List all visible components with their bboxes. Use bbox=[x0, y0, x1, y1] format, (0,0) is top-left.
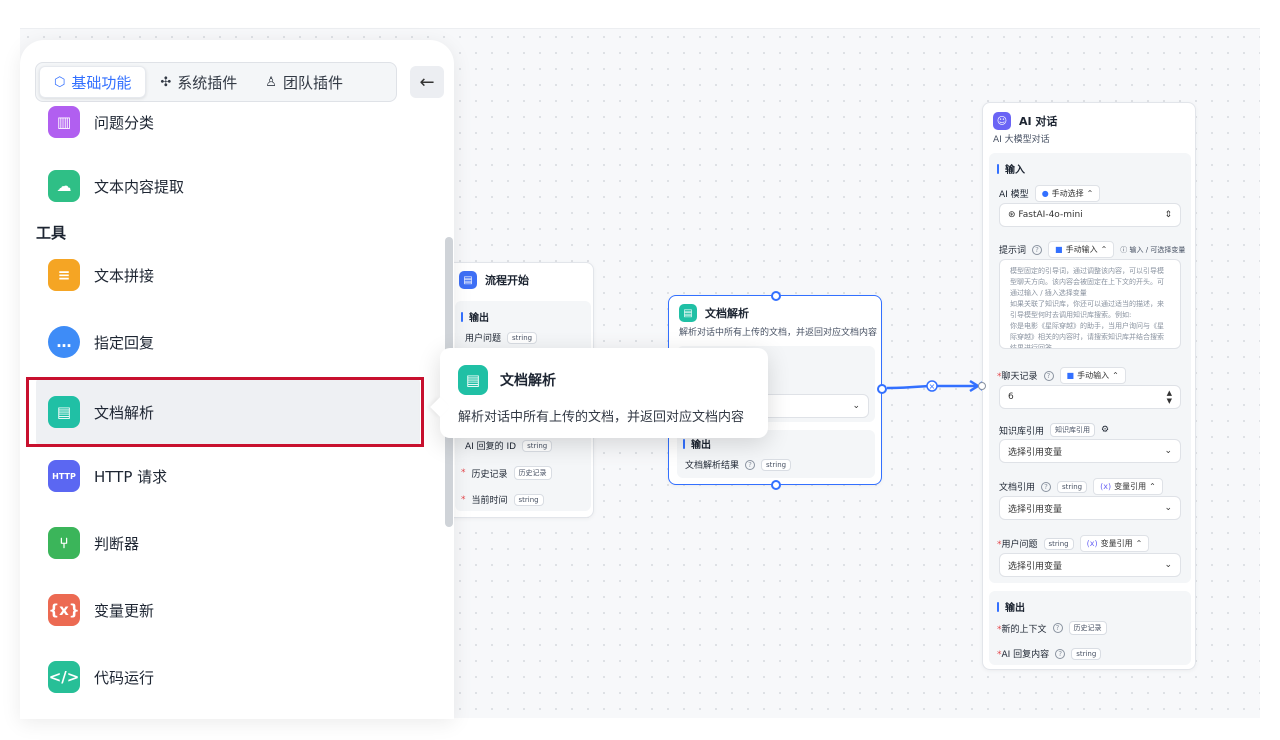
doc-node-top-handle[interactable] bbox=[771, 291, 781, 301]
document-icon: ▤ bbox=[458, 365, 488, 395]
file-select[interactable]: 选择引用变量 ⌄ bbox=[999, 496, 1181, 520]
chevron-updown-icon: ⇕ bbox=[1164, 210, 1172, 220]
arrow-left-icon: ← bbox=[419, 71, 435, 93]
variable-icon: {x} bbox=[48, 594, 80, 626]
kb-select[interactable]: 选择引用变量 ⌄ bbox=[999, 439, 1181, 463]
doc-input-select[interactable]: ⌄ bbox=[761, 394, 869, 418]
out-context-row: *新的上下文? 历史记录 bbox=[997, 621, 1107, 635]
prompt-mode-select[interactable]: ■ 手动输入 ⌃ bbox=[1048, 241, 1115, 258]
history-input[interactable]: 6 ▲ ▼ bbox=[999, 385, 1181, 409]
help-icon[interactable]: ? bbox=[1043, 370, 1054, 381]
ai-input-title: 输入 bbox=[1005, 165, 1025, 176]
history-row: *聊天记录? ■ 手动输入 ⌃ bbox=[997, 367, 1126, 384]
question-mode-select[interactable]: (x) 变量引用 ⌃ bbox=[1079, 535, 1150, 552]
ai-output-section: 输出 *新的上下文? 历史记录 *AI 回复内容? string bbox=[989, 591, 1191, 665]
file-row: 文档引用? string (x) 变量引用 ⌃ bbox=[999, 478, 1163, 495]
module-tooltip: ▤ 文档解析 解析对话中所有上传的文档，并返回对应文档内容 bbox=[440, 348, 768, 438]
prompt-textarea[interactable]: 模型固定的引导词，通过调整该内容，可以引导模型聊天方向。该内容会被固定在上下文的… bbox=[999, 259, 1181, 349]
settings-icon[interactable]: ⚙ bbox=[1101, 425, 1109, 435]
workflow-editor: ▤ 流程开始 输出 用户问题 string AI 回复的 ID string * 历史… bbox=[0, 0, 1280, 740]
svg-text:×: × bbox=[929, 382, 936, 391]
module-panel: ⬡ 基础功能 ✣ 系统插件 ♙ 团队插件 ← ▥ 问题分类 ☁ 文本内容提取 工具 ≡… bbox=[20, 40, 454, 719]
chevron-down-icon: ⌄ bbox=[1164, 503, 1172, 513]
doc-node-desc: 解析对话中所有上传的文档，并返回对应文档内容 bbox=[679, 328, 878, 338]
model-select[interactable]: ⊛ FastAI-4o-mini ⇕ bbox=[999, 203, 1181, 227]
document-icon: ▤ bbox=[679, 304, 697, 322]
chevron-down-icon: ⌄ bbox=[852, 401, 860, 411]
branch-icon: ⑂ bbox=[48, 527, 80, 559]
question-select[interactable]: 选择引用变量 ⌄ bbox=[999, 553, 1181, 577]
menu-item-code-run[interactable]: </> 代码运行 bbox=[36, 645, 420, 709]
stepper-icon[interactable]: ▲ ▼ bbox=[1167, 389, 1172, 405]
doc-node-title: 文档解析 bbox=[705, 307, 749, 320]
menu-item-reply[interactable]: … 指定回复 bbox=[36, 310, 420, 374]
robot-icon: ☺ bbox=[993, 112, 1011, 130]
text-concat-icon: ≡ bbox=[48, 259, 80, 291]
chat-bubble-icon: … bbox=[48, 326, 80, 358]
model-mode-select[interactable]: ● 手动选择 ⌃ bbox=[1034, 185, 1101, 202]
http-cloud-icon: HTTP bbox=[48, 460, 80, 492]
prompt-row: 提示词? ■ 手动输入 ⌃ ⓘ 输入 / 可选择变量 bbox=[999, 241, 1185, 258]
connection-edge[interactable]: × bbox=[882, 378, 992, 398]
ai-node-left-handle[interactable] bbox=[978, 382, 986, 390]
doc-node-bottom-handle[interactable] bbox=[771, 480, 781, 490]
section-tools: 工具 bbox=[36, 224, 67, 242]
chevron-down-icon: ⌄ bbox=[1164, 560, 1172, 570]
cloud-extract-icon: ☁ bbox=[48, 170, 80, 202]
kb-row: 知识库引用 知识库引用 ⚙ bbox=[999, 423, 1110, 437]
ai-chat-node[interactable]: ☺ AI 对话 AI 大模型对话 输入 AI 模型 ● 手动选择 ⌃ ⊛ Fast… bbox=[978, 102, 1196, 670]
puzzle-icon: ✣ bbox=[160, 74, 172, 90]
start-field-question: 用户问题 string bbox=[465, 331, 538, 344]
user-icon: ♙ bbox=[265, 74, 277, 90]
menu-item-text-extract[interactable]: ☁ 文本内容提取 bbox=[36, 154, 420, 218]
cube-icon: ⬡ bbox=[54, 74, 66, 90]
ai-output-title: 输出 bbox=[1005, 603, 1025, 614]
openai-icon: ⊛ bbox=[1008, 210, 1016, 220]
ai-input-section: 输入 AI 模型 ● 手动选择 ⌃ ⊛ FastAI-4o-mini ⇕ 提示词? … bbox=[989, 153, 1191, 583]
menu-item-text-concat[interactable]: ≡ 文本拼接 bbox=[36, 243, 420, 307]
start-field-reply-id: AI 回复的 ID string bbox=[465, 439, 553, 452]
chevron-down-icon: ⌄ bbox=[1164, 446, 1172, 456]
ai-node-desc: AI 大模型对话 bbox=[993, 135, 1050, 145]
info-icon: ⓘ bbox=[1120, 245, 1128, 254]
ai-node-title: AI 对话 bbox=[1019, 115, 1058, 128]
classify-icon: ▥ bbox=[48, 106, 80, 138]
start-field-history: * 历史记录 历史记录 bbox=[461, 466, 552, 480]
start-output-title: 输出 bbox=[469, 313, 489, 324]
code-icon: </> bbox=[48, 661, 80, 693]
help-icon[interactable]: ? bbox=[1055, 648, 1066, 659]
start-field-time: * 当前时间 string bbox=[461, 493, 544, 506]
menu-item-condition[interactable]: ⑂ 判断器 bbox=[36, 511, 420, 575]
menu-item-variable-update[interactable]: {x} 变量更新 bbox=[36, 578, 420, 642]
model-row: AI 模型 ● 手动选择 ⌃ bbox=[999, 185, 1101, 202]
question-row: *用户问题 string (x) 变量引用 ⌃ bbox=[997, 535, 1150, 552]
doc-output-field: 文档解析结果? string bbox=[685, 458, 792, 471]
help-icon[interactable]: ? bbox=[1041, 481, 1052, 492]
history-mode-select[interactable]: ■ 手动输入 ⌃ bbox=[1059, 367, 1126, 384]
file-mode-select[interactable]: (x) 变量引用 ⌃ bbox=[1093, 478, 1163, 495]
menu-item-question-classify[interactable]: ▥ 问题分类 bbox=[36, 90, 420, 154]
selection-highlight bbox=[26, 377, 424, 447]
tooltip-title: 文档解析 bbox=[500, 373, 556, 389]
start-node-title: 流程开始 bbox=[485, 274, 529, 287]
tooltip-desc: 解析对话中所有上传的文档，并返回对应文档内容 bbox=[458, 410, 745, 425]
help-icon[interactable]: ? bbox=[1052, 623, 1063, 633]
out-reply-row: *AI 回复内容? string bbox=[997, 647, 1102, 660]
doc-output-title: 输出 bbox=[691, 440, 711, 451]
help-icon[interactable]: ? bbox=[1032, 244, 1043, 255]
menu-item-http[interactable]: HTTP HTTP 请求 bbox=[36, 444, 420, 508]
flow-start-icon: ▤ bbox=[459, 271, 477, 289]
help-icon[interactable]: ? bbox=[745, 459, 756, 470]
